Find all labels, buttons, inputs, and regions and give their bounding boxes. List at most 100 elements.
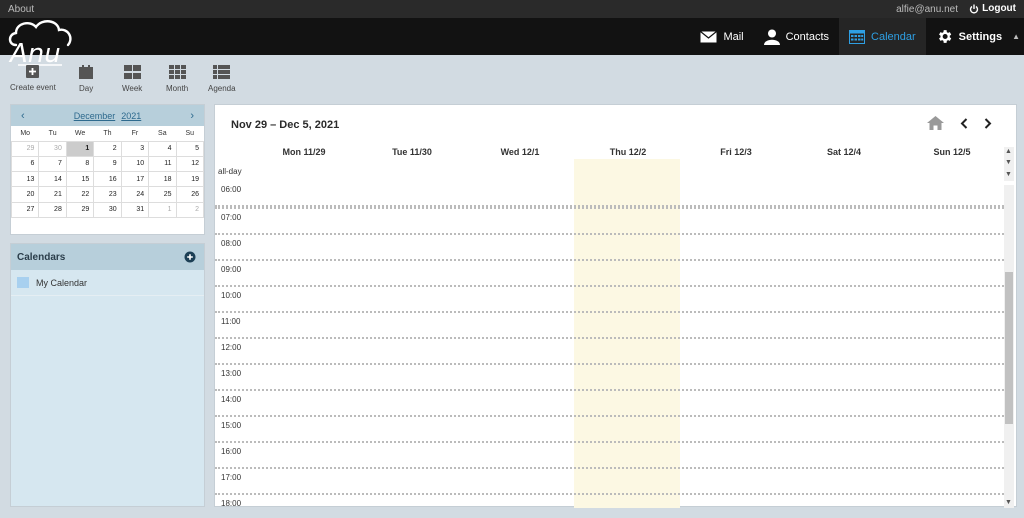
mini-calendar-day[interactable]: 6 <box>10 155 40 173</box>
day-view-button[interactable]: Day <box>79 65 93 93</box>
nav-settings[interactable]: Settings ▲ <box>926 18 1024 55</box>
mini-calendar-day[interactable]: 27 <box>10 201 40 218</box>
next-month-arrow[interactable]: › <box>190 110 194 122</box>
mini-calendar-day[interactable]: 1 <box>148 201 177 218</box>
create-event-label: Create event <box>10 83 56 92</box>
prev-month-arrow[interactable]: ‹ <box>21 110 25 122</box>
mini-calendar-day[interactable]: 26 <box>175 186 205 203</box>
date-range-title: Nov 29 – Dec 5, 2021 <box>231 119 340 131</box>
nav-calendar-label: Calendar <box>871 30 916 43</box>
time-grid-scrollbar[interactable]: ▼ <box>1004 185 1014 508</box>
calendar-controls <box>927 116 992 130</box>
mini-calendar-day[interactable]: 25 <box>148 186 177 203</box>
mini-calendar-day[interactable]: 3 <box>120 140 150 157</box>
nav-settings-label: Settings <box>958 30 1003 43</box>
about-link[interactable]: About <box>8 4 34 15</box>
calendar-day-icon <box>79 65 94 79</box>
logout-button[interactable]: Logout <box>969 3 1016 14</box>
mini-calendar-day[interactable]: 20 <box>10 186 40 203</box>
week-view-button[interactable]: Week <box>122 65 142 93</box>
day-header[interactable]: Wed 12/1 <box>466 147 574 157</box>
calendar-color-swatch[interactable] <box>17 277 29 288</box>
hour-slot[interactable]: 06:00 <box>215 181 1004 207</box>
scroll-down-icon[interactable]: ▼ <box>1005 159 1012 167</box>
chevron-right-icon <box>984 117 992 129</box>
mini-calendar-day[interactable]: 11 <box>148 155 177 173</box>
mini-calendar-day[interactable]: 29 <box>65 201 95 218</box>
mini-calendar-day[interactable]: 17 <box>120 171 150 188</box>
prev-week-button[interactable] <box>960 117 968 129</box>
mini-calendar-year[interactable]: 2021 <box>121 111 141 121</box>
hour-slot[interactable]: 08:00 <box>215 233 1004 259</box>
mini-calendar-day[interactable]: 2 <box>175 201 205 218</box>
mini-calendar-day[interactable]: 5 <box>175 140 205 157</box>
mini-calendar-day[interactable]: 16 <box>93 171 122 188</box>
mini-calendar-day[interactable]: 24 <box>120 186 150 203</box>
scroll-up-icon[interactable]: ▲ <box>1005 148 1012 156</box>
mini-calendar-day[interactable]: 30 <box>38 140 67 157</box>
hour-slot[interactable]: 11:00 <box>215 311 1004 337</box>
add-calendar-icon[interactable] <box>184 251 196 263</box>
mini-calendar-day[interactable]: 14 <box>38 171 67 188</box>
toolbar: Create event Day Week Month Agenda <box>0 57 260 99</box>
mini-calendar-day[interactable]: 8 <box>65 155 95 173</box>
create-event-button[interactable]: Create event <box>10 65 56 92</box>
hour-slot[interactable]: 15:00 <box>215 415 1004 441</box>
mini-calendar-day[interactable]: 23 <box>93 186 122 203</box>
weekday-header: Su <box>185 129 195 137</box>
mini-calendar-day[interactable]: 7 <box>38 155 67 173</box>
today-button[interactable] <box>927 116 944 130</box>
calendar-item[interactable]: My Calendar <box>11 270 204 296</box>
mini-calendar-month[interactable]: December <box>74 111 116 121</box>
mini-calendar-day[interactable]: 13 <box>10 171 40 188</box>
hour-label: 11:00 <box>221 317 241 326</box>
next-week-button[interactable] <box>984 117 992 129</box>
mini-calendar-day[interactable]: 1 <box>65 140 95 157</box>
weekday-header: Fr <box>131 129 139 137</box>
day-header[interactable]: Thu 12/2 <box>574 147 682 157</box>
mini-calendar-day[interactable]: 29 <box>10 140 40 157</box>
nav-calendar[interactable]: Calendar <box>839 18 926 55</box>
mini-calendar-day[interactable]: 2 <box>93 140 122 157</box>
mini-calendar-day[interactable]: 22 <box>65 186 95 203</box>
mini-calendar-day[interactable]: 18 <box>148 171 177 188</box>
hour-label: 09:00 <box>221 265 242 274</box>
mini-calendar-day[interactable]: 21 <box>38 186 67 203</box>
agenda-view-button[interactable]: Agenda <box>208 65 236 93</box>
mini-calendar: ‹ December 2021 › Mo Tu We Th Fr Sa Su 29 30 1 2 3… <box>10 104 205 235</box>
mini-calendar-day[interactable]: 4 <box>148 140 177 157</box>
mini-calendar-day[interactable]: 9 <box>93 155 122 173</box>
day-header[interactable]: Fri 12/3 <box>682 147 790 157</box>
day-header[interactable]: Tue 11/30 <box>358 147 466 157</box>
day-header[interactable]: Mon 11/29 <box>250 147 358 157</box>
mini-calendar-day[interactable]: 30 <box>93 201 122 218</box>
hour-slot[interactable]: 17:00 <box>215 467 1004 493</box>
mini-calendar-day[interactable]: 10 <box>120 155 150 173</box>
header: Anu Mail Contacts Calendar Settings ▲ <box>0 18 1024 69</box>
day-header[interactable]: Sat 12/4 <box>790 147 898 157</box>
hour-slot[interactable]: 14:00 <box>215 389 1004 415</box>
hour-slot[interactable]: 10:00 <box>215 285 1004 311</box>
hour-slot[interactable]: 16:00 <box>215 441 1004 467</box>
hour-label: 06:00 <box>221 185 242 194</box>
scroll-down-icon[interactable]: ▼ <box>1005 499 1012 507</box>
day-header[interactable]: Sun 12/5 <box>898 147 1006 157</box>
scroll-down-icon[interactable]: ▼ <box>1005 171 1012 179</box>
nav-mail[interactable]: Mail <box>690 18 753 55</box>
mini-calendar-day[interactable]: 19 <box>175 171 205 188</box>
hour-slot[interactable]: 12:00 <box>215 337 1004 363</box>
hour-slot[interactable]: 07:00 <box>215 207 1004 233</box>
mini-calendar-day[interactable]: 31 <box>120 201 150 218</box>
nav-contacts[interactable]: Contacts <box>754 18 839 55</box>
month-view-button[interactable]: Month <box>166 65 188 93</box>
plus-square-icon <box>26 65 40 78</box>
hour-slot[interactable]: 18:00 <box>215 493 1004 508</box>
mini-calendar-day[interactable]: 12 <box>175 155 205 173</box>
hour-slot[interactable]: 13:00 <box>215 363 1004 389</box>
mini-calendar-day[interactable]: 15 <box>65 171 95 188</box>
hour-label: 13:00 <box>221 369 242 378</box>
scrollbar-thumb[interactable] <box>1005 272 1013 424</box>
hour-slot[interactable]: 09:00 <box>215 259 1004 285</box>
all-day-scrollbar[interactable]: ▲ ▼ ▼ <box>1004 147 1014 181</box>
mini-calendar-day[interactable]: 28 <box>38 201 67 218</box>
